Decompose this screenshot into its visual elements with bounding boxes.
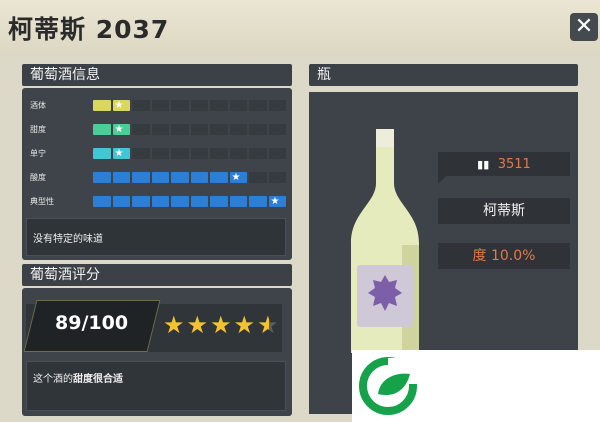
star-rating: ★ ★ ★ ★ ★: [163, 311, 279, 339]
attribute-segment-empty: [171, 148, 189, 159]
attribute-segment-empty: [171, 124, 189, 135]
attribute-segment-empty: [210, 100, 228, 111]
attribute-label: 单宁: [30, 149, 46, 158]
attribute-segment-filled: [132, 196, 150, 207]
star-full-icon: ★: [186, 311, 209, 339]
attribute-segment-filled: [210, 196, 228, 207]
attribute-label: 甜度: [30, 125, 46, 134]
attribute-segment-filled: ★: [112, 148, 130, 159]
attribute-bar: ★: [93, 148, 286, 159]
attribute-segment-empty: [151, 124, 169, 135]
attribute-segment-empty: [151, 100, 169, 111]
attribute-segment-filled: [132, 172, 150, 183]
watermark-logo-icon: [359, 357, 418, 415]
star-marker-icon: ★: [231, 172, 241, 183]
star-marker-icon: ★: [114, 124, 124, 135]
attribute-segment-empty: [249, 124, 267, 135]
attribute-segment-empty: [190, 100, 208, 111]
attribute-segment-empty: [268, 124, 286, 135]
attribute-segment-empty: [229, 124, 247, 135]
star-full-icon: ★: [210, 311, 232, 339]
attribute-segment-filled: [93, 100, 111, 111]
star-half-icon: ★: [257, 311, 279, 339]
attribute-segment-empty: [268, 148, 286, 159]
attribute-segment-filled: [112, 172, 130, 183]
comment-prefix: 这个酒的: [33, 374, 73, 385]
star-marker-icon: ★: [114, 100, 124, 111]
bottle-count: 3511: [497, 157, 531, 172]
attribute-segment-filled: [151, 196, 169, 207]
attribute-segment-empty: [229, 148, 247, 159]
attribute-segment-filled: [249, 196, 267, 207]
bottle-title: 瓶: [309, 64, 578, 86]
comment-highlight: 甜度很合适: [73, 374, 123, 385]
attribute-bar: ★: [93, 196, 286, 207]
attribute-segment-filled: ★: [268, 196, 286, 207]
close-button[interactable]: ✕: [570, 13, 598, 41]
attribute-label: 酒体: [30, 101, 46, 110]
rating-title: 葡萄酒评分: [22, 264, 292, 286]
attribute-segment-filled: [151, 172, 169, 183]
wine-name-tag: 柯蒂斯: [438, 198, 570, 224]
attribute-segment-empty: [268, 100, 286, 111]
attribute-bar: ★: [93, 124, 286, 135]
attribute-segment-empty: [190, 148, 208, 159]
attribute-segment-filled: ★: [112, 124, 130, 135]
attribute-segment-empty: [132, 148, 150, 159]
wine-bottle-image: [351, 129, 419, 353]
flavor-text: 没有特定的味道: [26, 218, 286, 256]
attribute-segment-filled: [190, 196, 208, 207]
attribute-segment-empty: [268, 172, 286, 183]
score-value: 89/100: [55, 312, 129, 334]
rating-comment: 这个酒的甜度很合适: [26, 361, 286, 411]
attribute-segment-empty: [249, 172, 267, 183]
attribute-segment-filled: [93, 172, 111, 183]
attribute-segment-filled: [93, 124, 111, 135]
attribute-bar: ★: [93, 172, 286, 183]
attribute-bar: ★: [93, 100, 286, 111]
attribute-segment-filled: [112, 196, 130, 207]
attribute-segment-empty: [229, 100, 247, 111]
attribute-segment-filled: [210, 172, 228, 183]
attribute-segment-filled: [93, 196, 111, 207]
star-full-icon: ★: [233, 311, 256, 339]
attribute-segment-filled: [171, 196, 189, 207]
attribute-segment-empty: [210, 148, 228, 159]
star-full-icon: ★: [163, 311, 185, 339]
attribute-segment-empty: [190, 124, 208, 135]
attribute-label: 酸度: [30, 173, 46, 182]
attribute-segment-filled: [171, 172, 189, 183]
page-title: 柯蒂斯 2037: [8, 15, 170, 44]
attribute-segment-empty: [171, 100, 189, 111]
abv-tag: 度 10.0%: [438, 243, 570, 269]
attribute-segment-empty: [132, 124, 150, 135]
attribute-segment-empty: [249, 100, 267, 111]
attribute-segment-filled: [229, 196, 247, 207]
attribute-segment-filled: [93, 148, 111, 159]
bottle-count-tag: ▮▮ 3511: [438, 152, 570, 184]
close-icon: ✕: [574, 14, 594, 39]
attribute-segment-empty: [151, 148, 169, 159]
attribute-label: 典型性: [30, 197, 54, 206]
attribute-segment-filled: ★: [229, 172, 247, 183]
attribute-segment-empty: [210, 124, 228, 135]
wine-bottles-icon: ▮▮: [477, 158, 490, 171]
attribute-segment-empty: [249, 148, 267, 159]
star-marker-icon: ★: [114, 148, 124, 159]
wine-info-title: 葡萄酒信息: [22, 64, 292, 86]
attribute-segment-empty: [132, 100, 150, 111]
attribute-segment-filled: [190, 172, 208, 183]
star-marker-icon: ★: [270, 196, 280, 207]
attribute-segment-filled: ★: [112, 100, 130, 111]
